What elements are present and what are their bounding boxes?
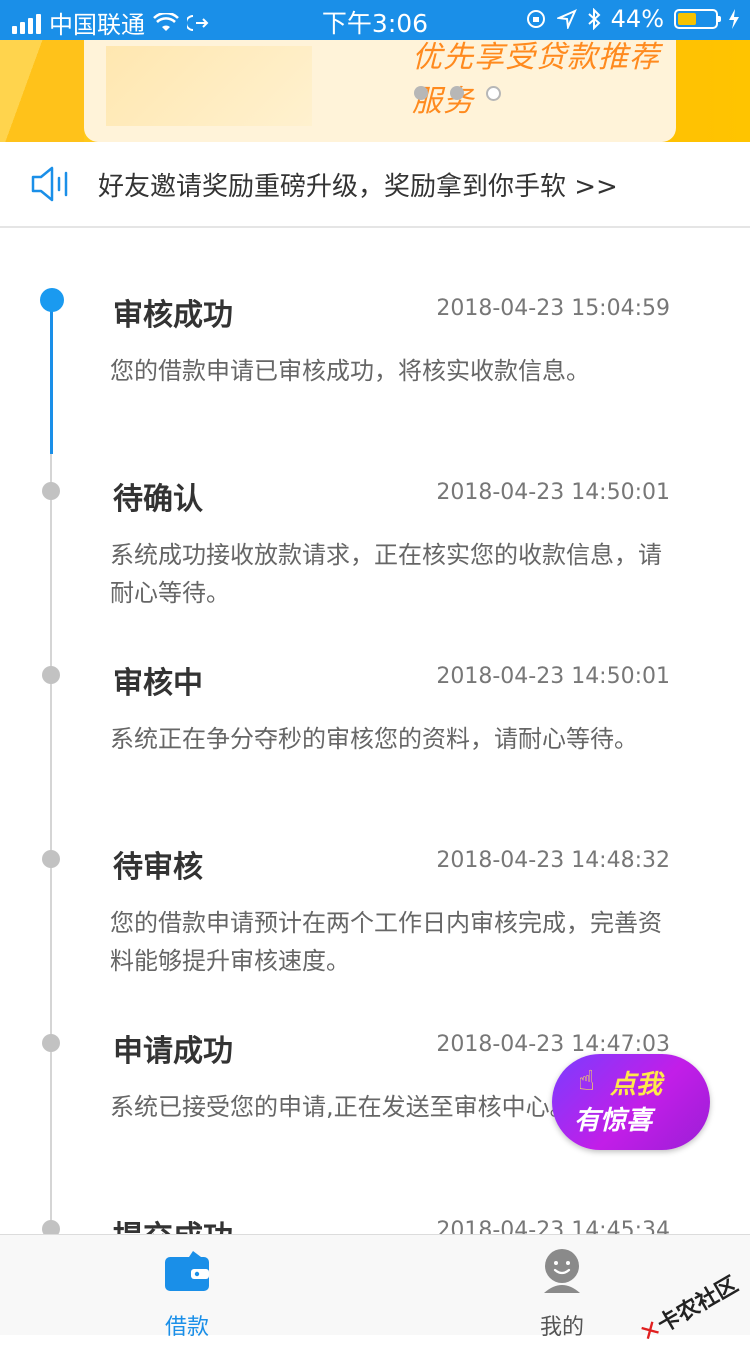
tab-mine[interactable]: 我的 xyxy=(502,1243,622,1341)
promo-line1: 点我 xyxy=(610,1070,663,1100)
timeline-node-active xyxy=(40,288,64,312)
battery-percent: 44% xyxy=(610,5,664,33)
timeline-node xyxy=(42,850,60,868)
step-description: 您的借款申请预计在两个工作日内审核完成，完善资料能够提升审核速度。 xyxy=(110,909,662,975)
banner-decoration xyxy=(0,40,84,142)
timeline-node xyxy=(42,1220,60,1234)
step-description: 您的借款申请已审核成功，将核实收款信息。 xyxy=(110,357,590,385)
bluetooth-icon xyxy=(587,8,601,30)
pagination-dot[interactable] xyxy=(414,86,428,100)
step-title: 审核中 xyxy=(113,666,203,701)
hand-pointer-icon: ☝ xyxy=(578,1064,596,1097)
banner-illustration xyxy=(106,46,312,126)
rotation-lock-icon xyxy=(526,10,545,28)
battery-icon xyxy=(674,9,721,29)
step-time: 2018-04-23 14:50:01 xyxy=(436,480,670,505)
charging-icon xyxy=(729,9,739,29)
promo-banner[interactable]: 优先享受贷款推荐服务 xyxy=(0,40,750,142)
step-title: 提交成功 xyxy=(113,1212,233,1234)
user-avatar-icon xyxy=(544,1249,580,1293)
tab-loan[interactable]: 借款 xyxy=(127,1243,247,1341)
step-time: 2018-04-23 14:50:01 xyxy=(436,664,670,689)
surprise-promo-button[interactable]: ☝ 点我 有惊喜 xyxy=(552,1054,710,1150)
location-icon xyxy=(556,9,577,29)
pagination-dot-active[interactable] xyxy=(486,86,501,101)
step-description: 系统成功接收放款请求，正在核实您的收款信息，请耐心等待。 xyxy=(110,541,662,607)
banner-card[interactable]: 优先享受贷款推荐服务 xyxy=(84,40,676,142)
timeline-node xyxy=(42,482,60,500)
step-time: 2018-04-23 14:48:32 xyxy=(436,848,670,873)
pagination-dot[interactable] xyxy=(450,86,464,100)
tab-loan-label: 借款 xyxy=(164,1315,209,1340)
status-bar: 中国联通 下午3:06 44% xyxy=(0,0,750,40)
notice-text[interactable]: 好友邀请奖励重磅升级，奖励拿到你手软 >> xyxy=(98,166,618,203)
step-title: 审核成功 xyxy=(113,298,233,333)
banner-pagination xyxy=(414,86,501,101)
timeline-node xyxy=(42,1034,60,1052)
step-title: 申请成功 xyxy=(113,1034,233,1069)
step-time: 2018-04-23 15:04:59 xyxy=(436,296,670,321)
banner-text: 优先享受贷款推荐服务 xyxy=(412,40,660,119)
step-title: 待审核 xyxy=(113,850,203,885)
status-right: 44% xyxy=(525,5,740,33)
timeline-line-active xyxy=(50,298,53,454)
step-time: 2018-04-23 14:45:34 xyxy=(436,1218,670,1234)
notice-bar[interactable]: 好友邀请奖励重磅升级，奖励拿到你手软 >> xyxy=(0,142,750,228)
timeline-node xyxy=(42,666,60,684)
tab-mine-label: 我的 xyxy=(539,1315,584,1340)
step-title: 待确认 xyxy=(113,482,203,517)
promo-line2: 有惊喜 xyxy=(574,1106,653,1136)
wallet-icon xyxy=(165,1251,209,1291)
step-description: 系统正在争分夺秒的审核您的资料，请耐心等待。 xyxy=(110,725,638,753)
speaker-icon xyxy=(31,166,68,202)
